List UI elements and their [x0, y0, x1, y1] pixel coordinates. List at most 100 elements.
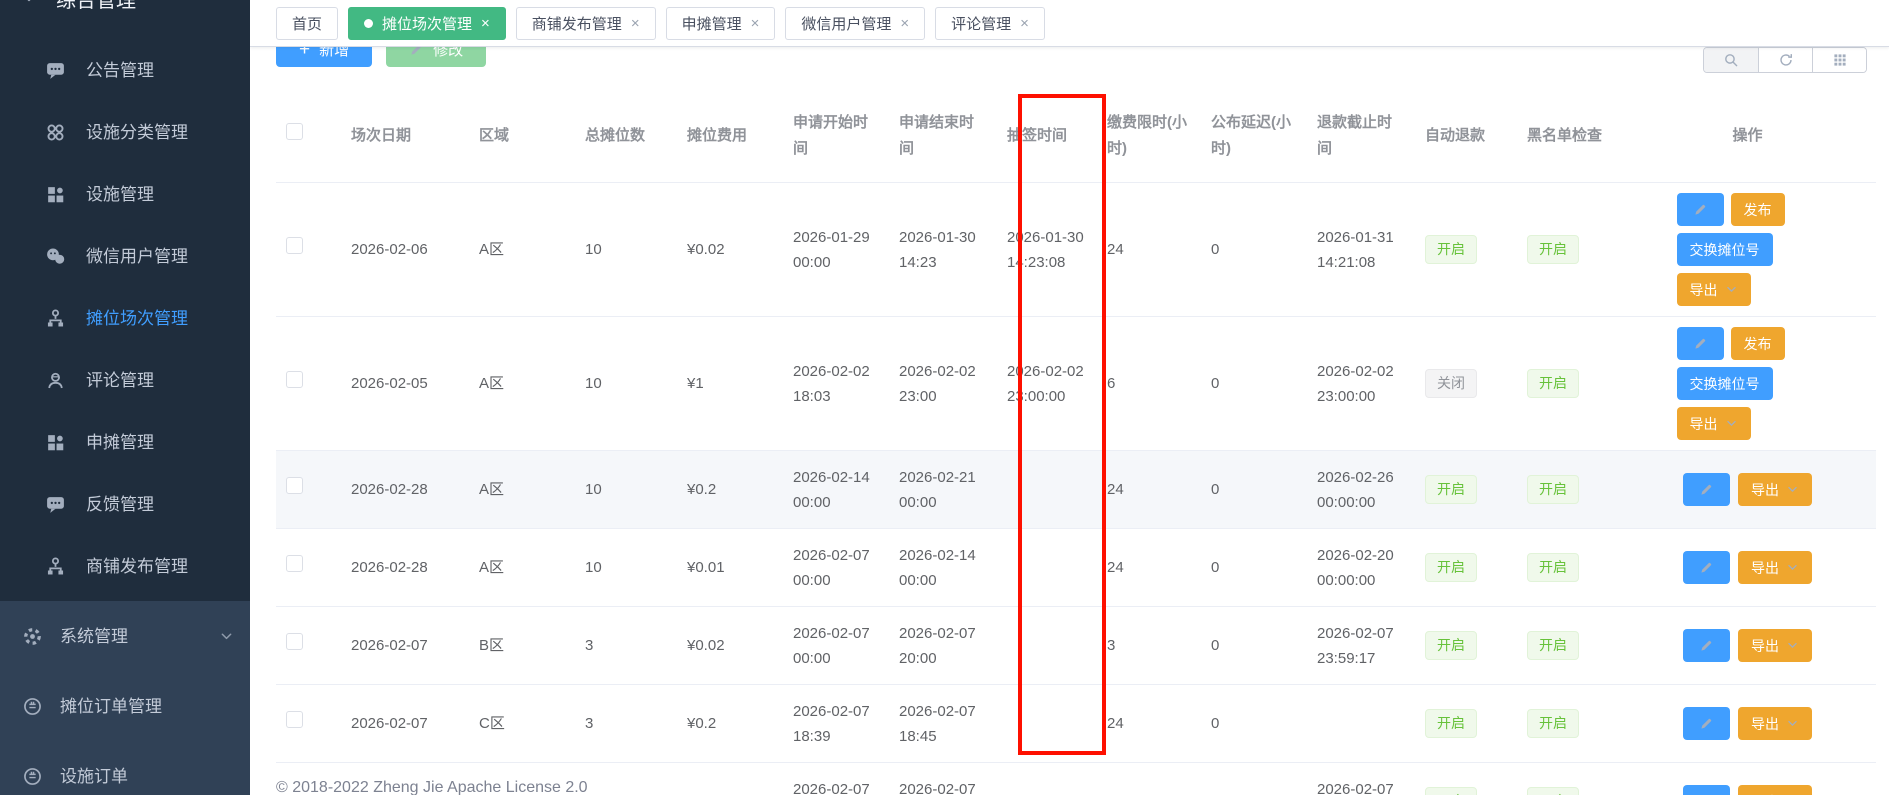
table-cell: 2026-02-02 23:00 — [889, 317, 997, 451]
search-tool-button[interactable] — [1704, 48, 1758, 72]
table-cell: 10 — [575, 529, 677, 607]
search-icon — [1723, 52, 1739, 68]
tab-label: 商铺发布管理 — [532, 13, 622, 34]
tab-label: 申摊管理 — [682, 13, 742, 34]
tab-0[interactable]: 首页 — [276, 7, 338, 40]
tab-close-icon[interactable]: × — [481, 16, 490, 31]
sidebar-submenu-title-clipped[interactable]: 综合管理 — [0, 0, 250, 39]
table-row: 2026-02-07C区3¥0.22026-02-07 18:392026-02… — [276, 685, 1876, 763]
tab-5[interactable]: 评论管理× — [935, 7, 1045, 40]
sidebar-item-label: 申摊管理 — [86, 434, 154, 451]
edit-row-button[interactable] — [1683, 473, 1730, 506]
row-select-cell — [276, 317, 341, 451]
table-cell: 3 — [575, 685, 677, 763]
edit-row-button[interactable] — [1677, 327, 1724, 360]
table-cell: A区 — [469, 183, 575, 317]
sidebar-item-0[interactable]: 公告管理 — [0, 39, 250, 101]
refresh-tool-button[interactable] — [1758, 48, 1812, 72]
sidebar-root-item-2[interactable]: 设施订单 — [0, 741, 250, 795]
status-cell: 开启 — [1415, 763, 1517, 795]
sidebar-item-2[interactable]: 设施管理 — [0, 163, 250, 225]
sidebar-item-7[interactable]: 反馈管理 — [0, 473, 250, 535]
row-checkbox[interactable] — [286, 477, 303, 494]
publish-button[interactable]: 发布 — [1731, 193, 1785, 226]
swap-booth-button[interactable]: 交换摊位号 — [1677, 367, 1773, 400]
sidebar-item-4[interactable]: 摊位场次管理 — [0, 287, 250, 349]
export-button[interactable]: 导出 — [1738, 707, 1812, 740]
tab-1[interactable]: 摊位场次管理× — [348, 7, 506, 40]
publish-button[interactable]: 发布 — [1731, 327, 1785, 360]
export-button[interactable]: 导出 — [1738, 473, 1812, 506]
pencil-icon — [1699, 560, 1714, 575]
table-cell: ¥0.01 — [677, 529, 783, 607]
tree-icon — [45, 556, 66, 577]
edit-row-button[interactable] — [1683, 629, 1730, 662]
row-select-cell — [276, 183, 341, 317]
sidebar-submenu-items: 公告管理设施分类管理设施管理微信用户管理摊位场次管理评论管理申摊管理反馈管理商铺… — [0, 39, 250, 597]
column-header-11: 黑名单检查 — [1517, 90, 1619, 183]
table-cell: 3 — [1097, 607, 1201, 685]
tab-3[interactable]: 申摊管理 × — [666, 7, 776, 40]
export-button[interactable]: 导出 — [1738, 629, 1812, 662]
sidebar-item-3[interactable]: 微信用户管理 — [0, 225, 250, 287]
tab-close-icon[interactable]: × — [1020, 16, 1029, 31]
table-cell: 24 — [1097, 529, 1201, 607]
edit-row-button[interactable] — [1677, 193, 1724, 226]
columns-tool-button[interactable] — [1812, 48, 1866, 72]
tab-close-icon[interactable]: × — [631, 16, 640, 31]
edit-row-button[interactable] — [1683, 707, 1730, 740]
actions-cell: 导出 — [1619, 451, 1876, 529]
actions-cell: 导出 — [1619, 685, 1876, 763]
row-checkbox[interactable] — [286, 237, 303, 254]
active-tab-dot-icon — [364, 19, 373, 28]
export-button-label: 导出 — [1751, 558, 1779, 578]
status-badge: 开启 — [1425, 235, 1477, 264]
sidebar-item-6[interactable]: 申摊管理 — [0, 411, 250, 473]
table-cell: 6 — [1097, 317, 1201, 451]
row-checkbox[interactable] — [286, 371, 303, 388]
export-button[interactable]: 导出 — [1738, 551, 1812, 584]
table-cell: 2026-02-20 00:00:00 — [1307, 529, 1415, 607]
status-cell: 开启 — [1415, 183, 1517, 317]
row-actions: 发布交换摊位号导出 — [1677, 193, 1819, 306]
sidebar-item-1[interactable]: 设施分类管理 — [0, 101, 250, 163]
column-header-5: 申请结束时间 — [889, 90, 997, 183]
edit-row-button[interactable] — [1683, 785, 1730, 795]
tab-close-icon[interactable]: × — [751, 16, 760, 31]
pencil-icon — [1693, 202, 1708, 217]
table-cell — [997, 685, 1097, 763]
table-row: 2026-02-05A区10¥12026-02-02 18:032026-02-… — [276, 317, 1876, 451]
tab-close-icon[interactable]: × — [900, 16, 909, 31]
status-badge: 开启 — [1527, 369, 1579, 398]
edit-row-button[interactable] — [1683, 551, 1730, 584]
comment-icon — [45, 494, 66, 515]
sidebar-item-5[interactable]: 评论管理 — [0, 349, 250, 411]
sidebar-item-label: 设施管理 — [86, 186, 154, 203]
row-checkbox[interactable] — [286, 633, 303, 650]
sidebar-root-item-1[interactable]: 摊位订单管理 — [0, 671, 250, 741]
order-icon — [22, 766, 43, 787]
tab-2[interactable]: 商铺发布管理 × — [516, 7, 656, 40]
tab-4[interactable]: 微信用户管理 × — [785, 7, 925, 40]
actions-cell: 发布交换摊位号导出 — [1619, 183, 1876, 317]
table-cell: 24 — [1097, 685, 1201, 763]
table-cell: 2026-02-07 00:00 — [783, 763, 889, 795]
sidebar-item-8[interactable]: 商铺发布管理 — [0, 535, 250, 597]
row-checkbox[interactable] — [286, 711, 303, 728]
tab-label: 微信用户管理 — [801, 13, 891, 34]
row-checkbox[interactable] — [286, 555, 303, 572]
select-all-checkbox[interactable] — [286, 123, 303, 140]
export-button-label: 导出 — [1751, 636, 1779, 656]
export-button[interactable]: 导出 — [1677, 407, 1751, 440]
table-cell: 3 — [1097, 763, 1201, 795]
status-cell: 开启 — [1415, 529, 1517, 607]
column-header-8: 公布延迟(小时) — [1201, 90, 1307, 183]
sidebar-root-item-0[interactable]: 系统管理 — [0, 601, 250, 671]
sidebar-item-label: 摊位订单管理 — [60, 698, 162, 715]
tree-icon — [45, 308, 66, 329]
status-cell: 开启 — [1517, 317, 1619, 451]
export-button[interactable]: 导出 — [1738, 785, 1812, 795]
export-button[interactable]: 导出 — [1677, 273, 1751, 306]
chevron-down-icon — [1725, 417, 1738, 430]
swap-booth-button[interactable]: 交换摊位号 — [1677, 233, 1773, 266]
